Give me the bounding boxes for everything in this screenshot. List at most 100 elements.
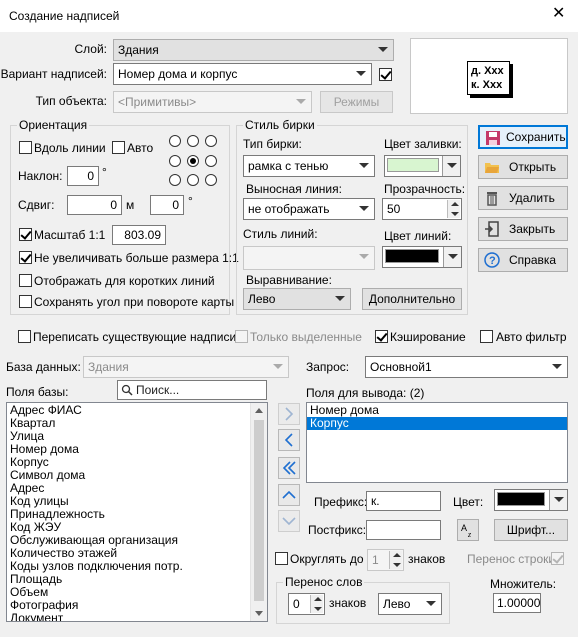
fill-color-select[interactable] bbox=[384, 155, 461, 177]
open-button[interactable]: Открыть bbox=[478, 155, 568, 179]
scroll-down-arrow[interactable] bbox=[255, 611, 263, 616]
list-item[interactable]: Символ дома bbox=[7, 469, 267, 482]
shift-input[interactable]: 0 bbox=[67, 195, 122, 215]
object-type-select[interactable]: <Примитивы> bbox=[113, 91, 312, 113]
query-select[interactable]: Основной1 bbox=[365, 356, 568, 378]
postfix-input[interactable] bbox=[366, 520, 441, 540]
tilt-input[interactable]: 0 bbox=[67, 166, 99, 186]
transparency-label: Прозрачность: bbox=[384, 182, 466, 196]
modes-button[interactable]: Режимы bbox=[320, 91, 393, 113]
save-button[interactable]: Сохранить bbox=[478, 125, 568, 149]
leader-line-value: не отображать bbox=[248, 202, 330, 216]
font-button[interactable]: Шрифт... bbox=[494, 519, 568, 541]
along-line-checkbox[interactable] bbox=[19, 141, 32, 154]
line-style-select[interactable] bbox=[243, 246, 375, 270]
chevron-down-icon bbox=[552, 364, 562, 369]
wrap-words-align-select[interactable]: Лево bbox=[378, 593, 442, 615]
wrap-line-label: Перенос строки bbox=[467, 552, 556, 566]
search-input[interactable]: Поиск... bbox=[117, 380, 267, 400]
svg-text:?: ? bbox=[489, 255, 496, 267]
transparency-input[interactable]: 50 bbox=[382, 198, 462, 220]
move-down-button[interactable] bbox=[278, 510, 300, 532]
prefix-input[interactable]: к. bbox=[366, 491, 441, 511]
shift-angle-input[interactable]: 0 bbox=[150, 195, 184, 215]
database-label: База данных: bbox=[6, 360, 81, 374]
show-short-checkbox[interactable] bbox=[19, 274, 32, 287]
chevron-down-icon bbox=[296, 99, 306, 104]
remove-all-fields-button[interactable] bbox=[278, 457, 300, 479]
variant-value: Номер дома и корпус bbox=[118, 67, 238, 81]
chevron-down-icon bbox=[359, 206, 369, 211]
caching-checkbox[interactable] bbox=[375, 330, 388, 343]
delete-button[interactable]: Удалить bbox=[478, 186, 568, 210]
tag-type-value: рамка с тенью bbox=[248, 159, 329, 173]
font-style-button[interactable]: Az bbox=[457, 519, 479, 541]
chevron-down-icon bbox=[356, 71, 366, 76]
wrap-line-checkbox[interactable] bbox=[551, 552, 564, 565]
round-checkbox[interactable] bbox=[275, 552, 288, 565]
auto-checkbox[interactable] bbox=[112, 141, 125, 154]
spinner-icon[interactable] bbox=[310, 595, 323, 613]
output-list[interactable]: Номер дома Корпус bbox=[306, 402, 568, 483]
more-button[interactable]: Дополнительно bbox=[362, 288, 462, 310]
scale-input[interactable]: 803.09 bbox=[112, 225, 166, 245]
scrollbar[interactable] bbox=[250, 403, 267, 621]
only-selected-checkbox[interactable] bbox=[235, 330, 248, 343]
anchor-radio[interactable] bbox=[187, 174, 199, 186]
spinner-icon[interactable] bbox=[447, 200, 460, 218]
line-color-select[interactable] bbox=[382, 246, 462, 268]
layer-select[interactable]: Здания bbox=[113, 39, 394, 61]
anchor-radio[interactable] bbox=[205, 174, 217, 186]
dropdown-button[interactable] bbox=[549, 490, 567, 510]
window-title: Создание надписей bbox=[9, 9, 120, 23]
tag-type-select[interactable]: рамка с тенью bbox=[243, 155, 375, 177]
scale-checkbox[interactable] bbox=[19, 228, 32, 241]
wrap-words-unit: знаков bbox=[329, 596, 367, 610]
search-placeholder: Поиск... bbox=[136, 383, 180, 397]
multiplier-label: Множитель: bbox=[490, 577, 557, 591]
anchor-radio[interactable] bbox=[169, 155, 181, 167]
wrap-words-input[interactable]: 0 bbox=[288, 593, 325, 615]
scroll-up-arrow[interactable] bbox=[255, 408, 263, 413]
multiplier-input[interactable]: 1.00000 bbox=[493, 593, 541, 613]
list-item[interactable]: Документ bbox=[7, 612, 267, 622]
leader-line-select[interactable]: не отображать bbox=[243, 198, 375, 220]
anchor-radio[interactable] bbox=[205, 135, 217, 147]
close-label: Закрыть bbox=[509, 222, 556, 236]
auto-filter-checkbox[interactable] bbox=[480, 330, 493, 343]
anchor-radio[interactable] bbox=[187, 155, 199, 167]
leader-line-label: Выносная линия: bbox=[246, 182, 342, 196]
help-button[interactable]: ? Справка bbox=[478, 248, 568, 272]
variant-select[interactable]: Номер дома и корпус bbox=[113, 63, 372, 85]
spinner-icon[interactable] bbox=[389, 551, 402, 569]
tag-style-title: Стиль бирки bbox=[243, 118, 317, 132]
dropdown-button[interactable] bbox=[442, 156, 460, 176]
no-enlarge-checkbox[interactable] bbox=[19, 251, 32, 264]
tag-type-label: Тип бирки: bbox=[243, 137, 302, 151]
postfix-label: Постфикс: bbox=[308, 523, 367, 537]
round-input[interactable]: 1 bbox=[367, 549, 404, 571]
fields-list[interactable]: Адрес ФИАС Квартал Улица Номер дома Корпус Си… bbox=[6, 402, 268, 622]
variant-checkbox[interactable] bbox=[379, 68, 392, 81]
align-select[interactable]: Лево bbox=[243, 288, 351, 310]
text-color-select[interactable] bbox=[494, 489, 568, 511]
only-selected-label: Только выделенные bbox=[250, 330, 362, 344]
database-select[interactable]: Здания bbox=[83, 356, 289, 378]
anchor-radio[interactable] bbox=[187, 135, 199, 147]
scroll-thumb[interactable] bbox=[254, 420, 264, 601]
fields-label: Поля базы: bbox=[6, 385, 69, 399]
dropdown-button[interactable] bbox=[443, 247, 461, 267]
anchor-radio[interactable] bbox=[169, 174, 181, 186]
anchor-radio[interactable] bbox=[169, 135, 181, 147]
move-up-button[interactable] bbox=[278, 484, 300, 506]
keep-angle-checkbox[interactable] bbox=[19, 295, 32, 308]
anchor-radio[interactable] bbox=[205, 155, 217, 167]
add-field-button[interactable] bbox=[278, 403, 300, 425]
close-button[interactable]: Закрыть bbox=[478, 217, 568, 241]
list-item[interactable]: Квартал bbox=[7, 417, 267, 430]
overwrite-checkbox[interactable] bbox=[18, 330, 31, 343]
close-icon[interactable]: ✕ bbox=[552, 6, 565, 22]
list-item[interactable]: Корпус bbox=[307, 417, 567, 430]
remove-field-button[interactable] bbox=[278, 429, 300, 451]
line-style-label: Стиль линий: bbox=[243, 227, 318, 241]
